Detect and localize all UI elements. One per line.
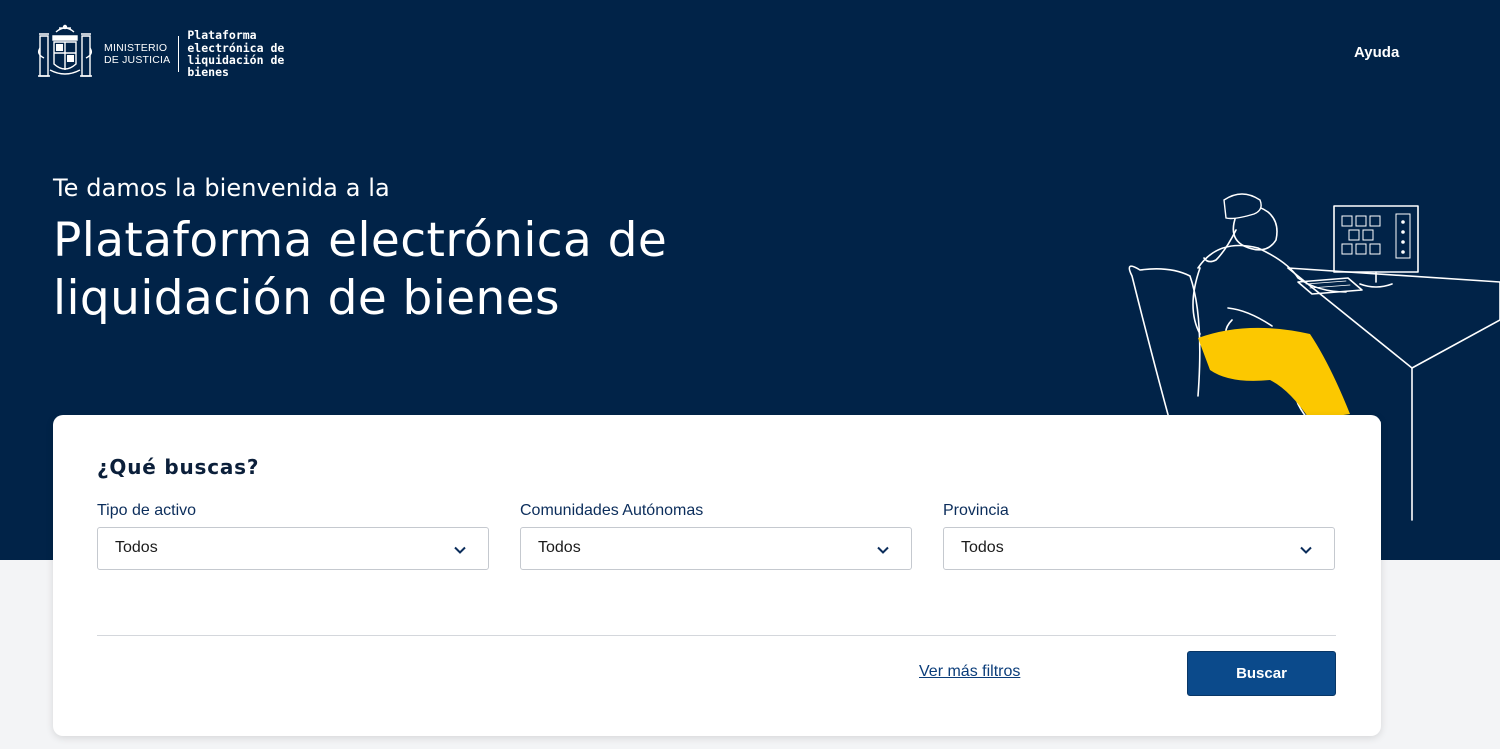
asset-type-value: Todos (115, 539, 158, 556)
platform-line-1: Plataforma (187, 28, 257, 43)
logo-divider (178, 36, 180, 72)
province-select[interactable]: Todos (943, 527, 1335, 570)
search-heading: ¿Qué buscas? (97, 455, 260, 479)
autonomous-community-select[interactable]: Todos (520, 527, 912, 570)
search-button[interactable]: Buscar (1187, 651, 1336, 696)
autonomous-community-value: Todos (538, 539, 581, 556)
asset-type-field: Tipo de activo Todos (97, 502, 489, 570)
province-field: Provincia Todos (943, 502, 1335, 570)
asset-type-label: Tipo de activo (97, 502, 197, 519)
ministry-logo[interactable]: MINISTERIO DE JUSTICIA Plataforma electr… (36, 24, 284, 84)
chevron-down-icon (877, 546, 889, 554)
coat-of-arms-icon (37, 24, 93, 77)
autonomous-community-label: Comunidades Autónomas (520, 502, 704, 519)
help-link[interactable]: Ayuda (1354, 44, 1399, 61)
chevron-down-icon (1300, 546, 1312, 554)
asset-type-select[interactable]: Todos (97, 527, 489, 570)
autonomous-community-field: Comunidades Autónomas Todos (520, 502, 912, 570)
platform-name: Plataforma electrónica de liquidación de… (187, 29, 284, 78)
title-line-2: liquidación de bienes (53, 271, 560, 326)
ministry-line-1: MINISTERIO (104, 42, 168, 54)
title-line-1: Plataforma electrónica de (53, 213, 668, 268)
card-divider (97, 635, 1336, 636)
platform-line-4: bienes (187, 65, 229, 80)
chevron-down-icon (454, 546, 466, 554)
province-label: Provincia (943, 502, 1009, 519)
more-filters-link[interactable]: Ver más filtros (919, 663, 1020, 681)
ministry-line-2: DE JUSTICIA (104, 54, 171, 66)
ministry-name: MINISTERIO DE JUSTICIA (104, 42, 170, 66)
welcome-text: Te damos la bienvenida a la (53, 174, 390, 202)
province-value: Todos (961, 539, 1004, 556)
page-title: Plataforma electrónica de liquidación de… (53, 212, 753, 328)
search-card: ¿Qué buscas? Tipo de activo Todos Comuni… (53, 415, 1381, 736)
